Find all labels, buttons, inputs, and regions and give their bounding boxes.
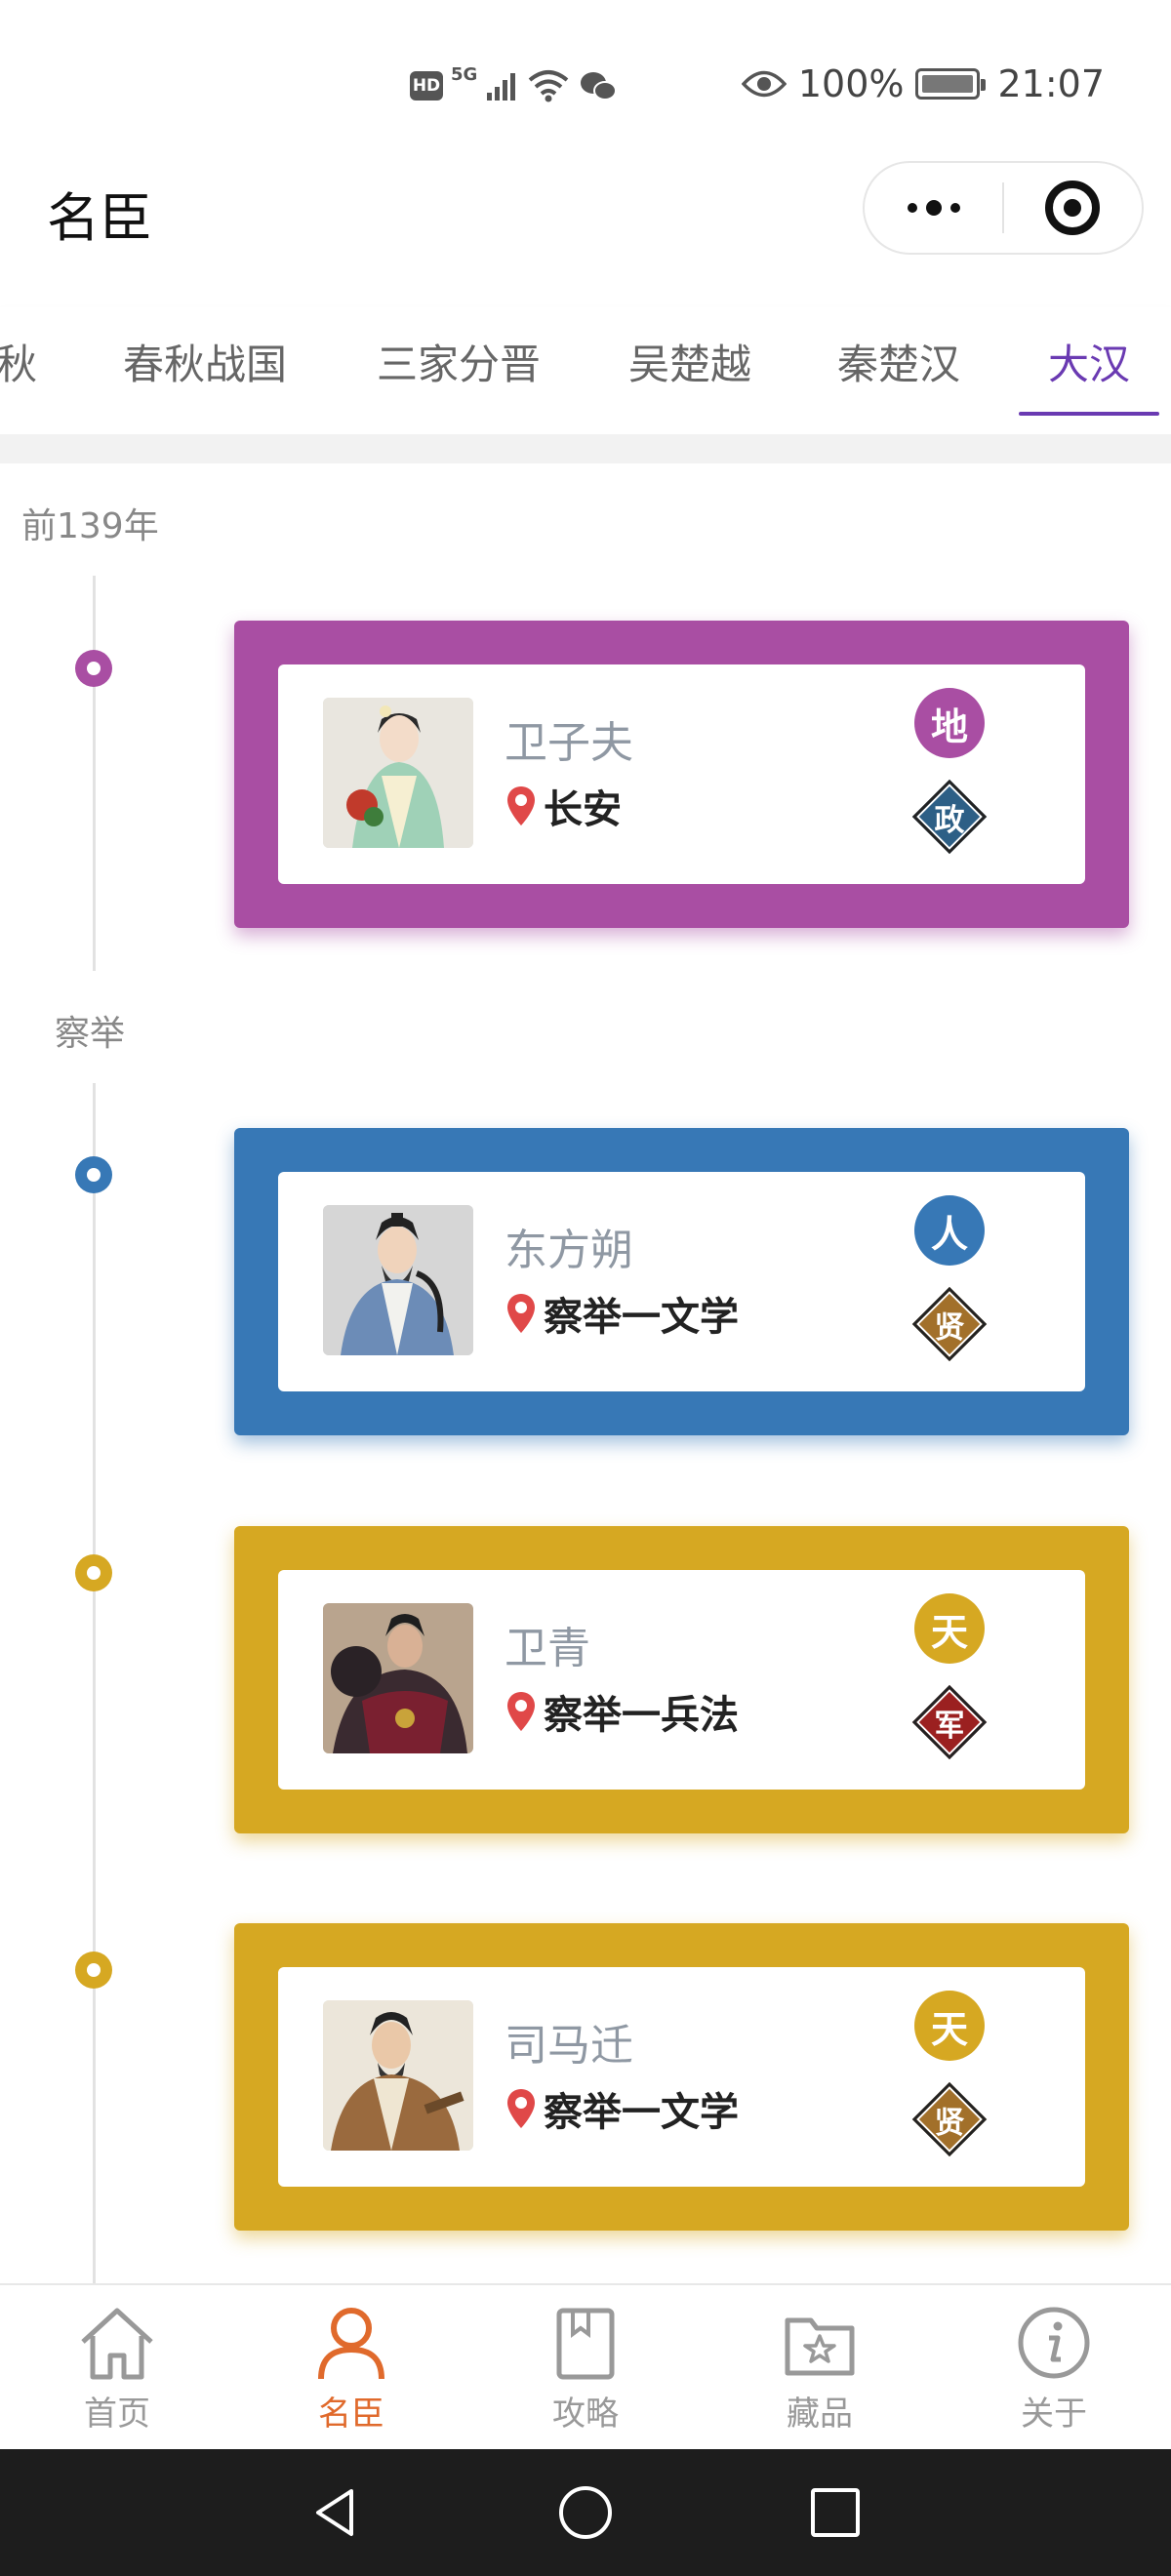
location-row: 长安 (505, 778, 622, 834)
nav-item-about[interactable]: 关于 (976, 2301, 1132, 2435)
wifi-icon (529, 70, 569, 102)
location-row: 察举一文学 (505, 2080, 739, 2137)
nav-label: 关于 (1021, 2395, 1087, 2434)
active-tab-indicator (1019, 412, 1159, 416)
location-pin-icon (507, 1692, 535, 1731)
minister-card[interactable]: 卫子夫 长安 地 政 (234, 621, 1129, 928)
tab-chunqiu-partial[interactable]: 秋 (0, 332, 37, 391)
card-content: 卫青 察举一兵法 天 军 (278, 1570, 1085, 1790)
card-content: 司马迁 察举一文学 天 贤 (278, 1967, 1085, 2187)
role-badge: 政 (911, 779, 988, 855)
system-nav-bar (0, 2449, 1171, 2576)
star-folder-icon (785, 2317, 855, 2376)
info-icon (1018, 2307, 1090, 2379)
hd-icon: HD (410, 71, 443, 101)
role-text: 贤 (934, 2105, 965, 2141)
home-icon (81, 2308, 153, 2380)
location-text: 察举一文学 (544, 2090, 739, 2135)
timeline-dot (75, 1952, 112, 1989)
person-icon (318, 2308, 384, 2380)
minister-name: 卫青 (505, 1624, 590, 1673)
battery-icon (915, 68, 987, 100)
back-icon[interactable] (306, 2483, 365, 2542)
network-5g-label: 5G (451, 64, 478, 85)
location-pin-icon (507, 2089, 535, 2128)
role-badge: 贤 (911, 2081, 988, 2157)
portrait-image (323, 2000, 473, 2151)
tabs-separator (0, 434, 1171, 463)
minister-name: 司马迁 (505, 2021, 633, 2071)
timeline-group-label: 察举 (55, 1014, 126, 1054)
portrait-image (323, 1603, 473, 1753)
more-icon (907, 203, 917, 213)
portrait-image (323, 1205, 473, 1355)
timeline-dot (75, 650, 112, 687)
miniapp-capsule (863, 161, 1144, 255)
location-text: 长安 (544, 787, 622, 832)
signal-icon (487, 73, 516, 101)
minister-name: 卫子夫 (505, 718, 633, 768)
tab-dahan[interactable]: 大汉 (1048, 332, 1130, 391)
role-badge: 军 (911, 1684, 988, 1760)
location-row: 察举一兵法 (505, 1683, 739, 1740)
more-button[interactable] (865, 163, 1002, 253)
minister-card[interactable]: 司马迁 察举一文学 天 贤 (234, 1923, 1129, 2231)
minister-card[interactable]: 东方朔 察举一文学 人 贤 (234, 1128, 1129, 1435)
card-content: 东方朔 察举一文学 人 贤 (278, 1172, 1085, 1391)
dynasty-tabs: 秋 春秋战国 三家分晋 吴楚越 秦楚汉 大汉 (0, 307, 1171, 434)
clock: 21:07 (997, 62, 1105, 105)
nav-label: 名臣 (318, 2395, 384, 2434)
timeline-dot (75, 1156, 112, 1193)
tab-wu-chu-yue[interactable]: 吴楚越 (628, 332, 751, 391)
role-text: 贤 (934, 1309, 965, 1346)
status-icons: HD 5G (410, 60, 618, 111)
tab-sanjia-fenjin[interactable]: 三家分晋 (377, 332, 541, 391)
title-bar: 名臣 (0, 161, 1171, 259)
status-bar: HD 5G 100% 21:07 (0, 0, 1171, 166)
rank-badge: 天 (914, 1593, 985, 1664)
rank-badge: 地 (914, 688, 985, 758)
role-text: 军 (934, 1708, 965, 1744)
location-pin-icon (507, 786, 535, 825)
nav-item-guide[interactable]: 攻略 (507, 2301, 664, 2435)
status-right: 100% 21:07 (741, 57, 1105, 111)
recents-icon[interactable] (806, 2483, 865, 2542)
location-text: 察举一文学 (544, 1295, 739, 1340)
nav-item-ministers[interactable]: 名臣 (273, 2301, 429, 2435)
nav-item-collection[interactable]: 藏品 (742, 2301, 898, 2435)
nav-label: 首页 (84, 2395, 150, 2434)
card-content: 卫子夫 长安 地 政 (278, 664, 1085, 884)
timeline-line (93, 576, 96, 971)
rank-badge: 天 (914, 1991, 985, 2061)
battery-percent: 100% (797, 62, 905, 105)
rank-badge: 人 (914, 1195, 985, 1266)
location-pin-icon (507, 1294, 535, 1333)
book-icon (556, 2308, 615, 2380)
nav-label: 攻略 (552, 2395, 619, 2434)
timeline-group-label: 前139年 (21, 506, 159, 546)
timeline-line (93, 1083, 96, 2283)
home-circle-icon[interactable] (556, 2483, 615, 2542)
eye-icon (741, 70, 787, 98)
nav-item-home[interactable]: 首页 (39, 2301, 195, 2435)
minister-name: 东方朔 (505, 1226, 633, 1275)
tab-qin-chu-han[interactable]: 秦楚汉 (837, 332, 960, 391)
close-miniapp-button[interactable] (1004, 163, 1142, 253)
timeline-dot (75, 1554, 112, 1591)
role-badge: 贤 (911, 1286, 988, 1362)
page-title: 名臣 (47, 187, 152, 249)
role-text: 政 (934, 802, 965, 838)
portrait-image (323, 698, 473, 848)
location-text: 察举一兵法 (544, 1693, 739, 1738)
tab-chunqiu-zhanguo[interactable]: 春秋战国 (123, 332, 287, 391)
bottom-nav: 首页 名臣 攻略 藏品 关于 (0, 2283, 1171, 2449)
wechat-icon (581, 72, 618, 101)
nav-label: 藏品 (787, 2395, 853, 2434)
location-row: 察举一文学 (505, 1285, 739, 1342)
target-icon (1045, 181, 1101, 235)
minister-card[interactable]: 卫青 察举一兵法 天 军 (234, 1526, 1129, 1833)
